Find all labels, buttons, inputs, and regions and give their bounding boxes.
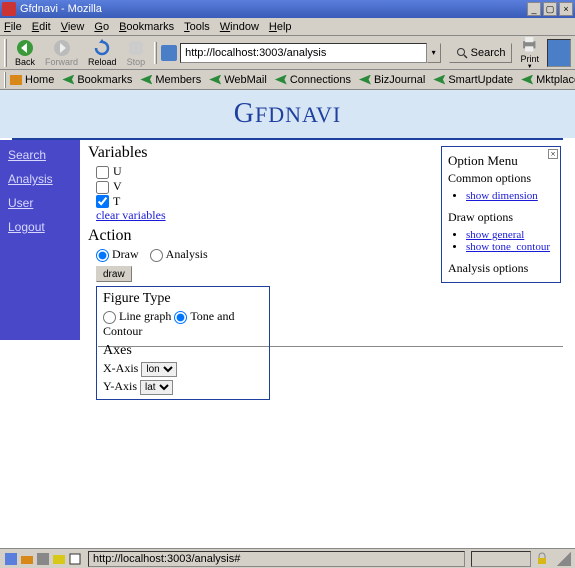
stop-icon [127,39,145,57]
urlbar-handle[interactable] [154,42,157,64]
url-bar: ▾ [154,42,441,64]
bookmark-bar: Home Bookmarks Members WebMail Connectio… [0,70,575,90]
site-icon [161,45,177,61]
forward-icon [53,39,71,57]
minimize-button[interactable]: _ [527,2,541,16]
status-text: http://localhost:3003/analysis# [88,551,465,567]
bookmark-icon [62,75,74,85]
reload-button[interactable]: Reload [83,38,122,68]
close-button[interactable]: × [559,2,573,16]
bookmark-bizjournal[interactable]: BizJournal [359,74,425,86]
analysis-options-label: Analysis options [448,261,554,276]
status-icon-2[interactable] [20,552,34,566]
sidebar: Search Analysis User Logout [0,140,80,340]
show-dimension-link[interactable]: show dimension [466,190,538,202]
status-icon-3[interactable] [36,552,50,566]
bookmark-icon [209,75,221,85]
radio-draw[interactable] [96,249,109,262]
print-icon [520,35,539,54]
bookmark-webmail[interactable]: WebMail [209,74,267,86]
resize-grip[interactable] [557,552,571,566]
sidebar-search[interactable]: Search [8,148,72,162]
window-titlebar: Gfdnavi - Mozilla _ ▢ × [0,0,575,18]
bookmark-icon [521,75,533,85]
menu-tools[interactable]: Tools [184,21,210,33]
status-icon-4[interactable] [52,552,66,566]
option-menu-close[interactable]: × [548,149,558,159]
bookmark-members[interactable]: Members [140,74,201,86]
status-icon-5[interactable] [68,552,82,566]
radio-linegraph[interactable] [103,311,116,324]
toolbar: Back Forward Reload Stop ▾ Search Print … [0,36,575,70]
mozilla-logo[interactable] [547,39,571,67]
bookmark-mktplace[interactable]: Mktplace [521,74,575,86]
clear-variables-link[interactable]: clear variables [96,208,166,222]
search-button[interactable]: Search [449,43,513,63]
menu-window[interactable]: Window [220,21,259,33]
lock-icon [535,552,549,566]
menu-file[interactable]: File [4,21,22,33]
action-draw[interactable]: Draw [96,247,139,261]
forward-button[interactable]: Forward [40,38,83,68]
page-content: GFDNAVI Search Analysis User Logout Vari… [0,90,575,549]
option-menu-box: × Option Menu Common options show dimens… [441,146,561,283]
bookmark-icon [433,75,445,85]
reload-icon [93,39,111,57]
status-bar: http://localhost:3003/analysis# [0,548,575,568]
maximize-button[interactable]: ▢ [543,2,557,16]
checkbox-u[interactable] [96,166,109,179]
url-input[interactable] [180,43,427,63]
axes-heading: Axes [103,343,263,359]
bookmark-icon [275,75,287,85]
url-dropdown[interactable]: ▾ [427,43,441,63]
home-icon [10,75,22,85]
sidebar-user[interactable]: User [8,196,72,210]
bookmark-home[interactable]: Home [10,74,54,86]
menu-view[interactable]: View [61,21,85,33]
bookmark-bookmarks[interactable]: Bookmarks [62,74,132,86]
draw-options-label: Draw options [448,210,554,225]
figure-box: Figure Type Line graph Tone and Contour … [96,286,270,400]
figure-type-heading: Figure Type [103,291,263,307]
status-cell-1 [471,551,531,567]
radio-tonecontour[interactable] [174,311,187,324]
app-icon [2,2,16,16]
bookmark-smartupdate[interactable]: SmartUpdate [433,74,513,86]
sidebar-analysis[interactable]: Analysis [8,172,72,186]
bookmark-icon [359,75,371,85]
status-icon-1[interactable] [4,552,18,566]
show-tone-contour-link[interactable]: show tone_contour [466,241,550,253]
radio-analysis[interactable] [150,249,163,262]
xaxis-select[interactable]: lon [141,362,177,377]
menu-bar: File Edit View Go Bookmarks Tools Window… [0,18,575,36]
menu-bookmarks[interactable]: Bookmarks [119,21,174,33]
action-analysis[interactable]: Analysis [150,247,208,261]
print-button[interactable]: Print ▼ [516,34,543,71]
page-title: GFDNAVI [0,90,575,138]
figtype-line[interactable]: Line graph [103,309,171,323]
back-button[interactable]: Back [10,38,40,68]
search-icon [456,47,468,59]
yaxis-label: Y-Axis [103,379,137,393]
yaxis-select[interactable]: lat [140,380,173,395]
menu-edit[interactable]: Edit [32,21,51,33]
common-options-label: Common options [448,171,554,186]
xaxis-label: X-Axis [103,361,138,375]
bookmarkbar-handle[interactable] [4,72,6,88]
bookmark-connections[interactable]: Connections [275,74,351,86]
checkbox-v[interactable] [96,181,109,194]
bookmark-icon [140,75,152,85]
stop-button[interactable]: Stop [122,38,151,68]
option-menu-heading: Option Menu [448,153,554,169]
menu-help[interactable]: Help [269,21,292,33]
show-general-link[interactable]: show general [466,229,524,241]
sidebar-logout[interactable]: Logout [8,220,72,234]
draw-button[interactable]: draw [96,266,132,282]
window-title: Gfdnavi - Mozilla [20,3,525,15]
menu-go[interactable]: Go [94,21,109,33]
checkbox-t[interactable] [96,195,109,208]
back-icon [16,39,34,57]
toolbar-handle[interactable] [4,39,7,67]
